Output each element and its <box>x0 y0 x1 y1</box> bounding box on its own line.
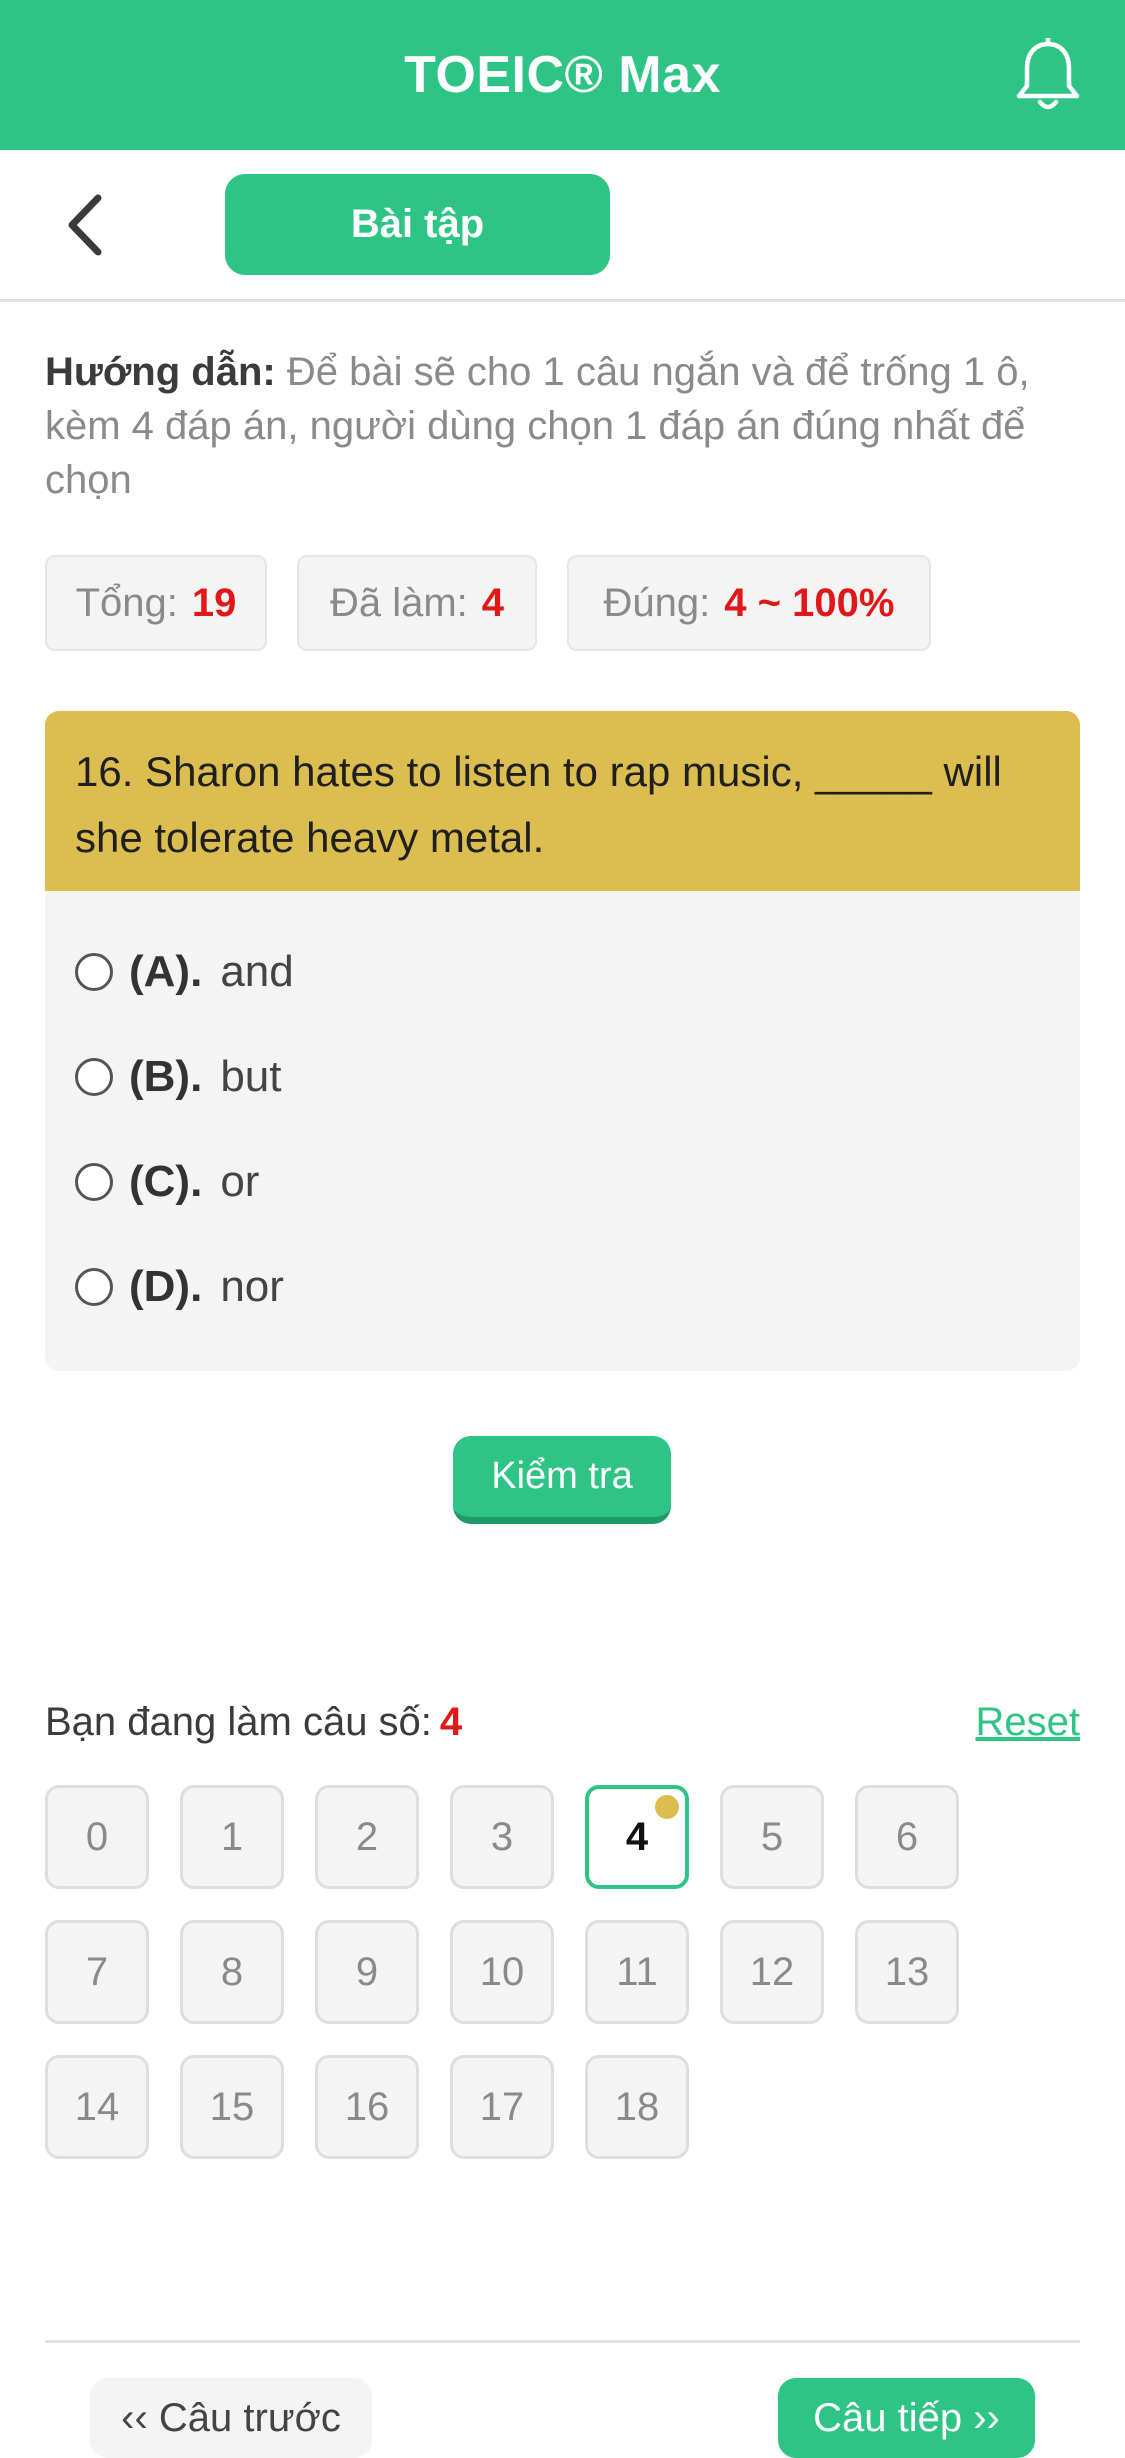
question-number-label: 2 <box>355 1814 379 1859</box>
question-number-label: 15 <box>209 2084 255 2129</box>
option-text: nor <box>220 1262 284 1311</box>
question-number-button[interactable]: 5 <box>720 1785 824 1889</box>
question-number-label: 5 <box>760 1814 784 1859</box>
question-number-button[interactable]: 9 <box>315 1920 419 2024</box>
current-question-number: 4 <box>439 1700 463 1744</box>
question-number-button[interactable]: 7 <box>45 1920 149 2024</box>
divider <box>45 2340 1080 2343</box>
option-text: but <box>220 1052 282 1101</box>
stat-done-label: Đã làm: <box>329 580 468 625</box>
progress-label-text: Bạn đang làm câu số: <box>45 1700 432 1744</box>
stat-total: Tổng: 19 <box>45 555 267 651</box>
question-number-button[interactable]: 6 <box>855 1785 959 1889</box>
question-number-button[interactable]: 4 <box>585 1785 689 1889</box>
radio-button[interactable] <box>75 1058 113 1096</box>
question-number-label: 13 <box>884 1949 930 1994</box>
question-number-label: 10 <box>479 1949 525 1994</box>
question-number-label: 11 <box>616 1949 658 1994</box>
radio-button[interactable] <box>75 953 113 991</box>
question-number-button[interactable]: 15 <box>180 2055 284 2159</box>
question-number-label: 1 <box>220 1814 244 1859</box>
question-number-button[interactable]: 0 <box>45 1785 149 1889</box>
instructions: Hướng dẫn: Để bài sẽ cho 1 câu ngắn và đ… <box>45 345 1085 507</box>
sub-toolbar: Bài tập <box>0 150 1125 302</box>
question-number-button[interactable]: 1 <box>180 1785 284 1889</box>
option-text: and <box>220 947 294 996</box>
question-number-button[interactable]: 12 <box>720 1920 824 2024</box>
option-letter: (C). <box>129 1157 203 1206</box>
question-number-label: 18 <box>614 2084 660 2129</box>
question-number-button[interactable]: 11 <box>585 1920 689 2024</box>
option-c[interactable]: (C). or <box>75 1147 259 1217</box>
progress-label: Bạn đang làm câu số: 4 <box>45 1700 462 1745</box>
question-number-label: 12 <box>749 1949 795 1994</box>
question-number-button[interactable]: 13 <box>855 1920 959 2024</box>
question-number-grid: 0 1 2 3 4 5 6 7 8 9 10 11 12 13 14 15 16 17 18 <box>45 1785 1085 2165</box>
question-number-button[interactable]: 8 <box>180 1920 284 2024</box>
option-d[interactable]: (D). nor <box>75 1252 284 1322</box>
bell-icon[interactable] <box>1013 38 1083 112</box>
question-number-label: 16 <box>344 2084 390 2129</box>
question-number-button[interactable]: 2 <box>315 1785 419 1889</box>
question-number-button[interactable]: 14 <box>45 2055 149 2159</box>
app-header: TOEIC® Max <box>0 0 1125 150</box>
prev-question-button[interactable]: ‹‹ Câu trước <box>90 2378 372 2458</box>
tab-exercise[interactable]: Bài tập <box>225 174 610 275</box>
radio-button[interactable] <box>75 1268 113 1306</box>
question-number-label: 9 <box>355 1949 379 1994</box>
question-card: 16. Sharon hates to listen to rap music,… <box>45 711 1080 1371</box>
next-question-button[interactable]: Câu tiếp ›› <box>778 2378 1035 2458</box>
question-number-label: 3 <box>490 1814 514 1859</box>
stat-correct-label: Đúng: <box>603 580 711 625</box>
check-button[interactable]: Kiểm tra <box>453 1436 671 1524</box>
stat-done: Đã làm: 4 <box>297 555 537 651</box>
option-b[interactable]: (B). but <box>75 1042 281 1112</box>
stat-done-value: 4 <box>481 580 505 625</box>
question-number-button[interactable]: 16 <box>315 2055 419 2159</box>
question-number-label: 7 <box>85 1949 109 1994</box>
option-letter: (D). <box>129 1262 203 1311</box>
question-number-button[interactable]: 18 <box>585 2055 689 2159</box>
question-number-label: 6 <box>895 1814 919 1859</box>
question-number-label: 14 <box>74 2084 120 2129</box>
option-letter: (A). <box>129 947 203 996</box>
instructions-label: Hướng dẫn: <box>45 350 276 394</box>
stat-total-label: Tổng: <box>75 580 178 625</box>
question-number-button[interactable]: 17 <box>450 2055 554 2159</box>
question-number-label: 8 <box>220 1949 244 1994</box>
question-number-label: 4 <box>625 1814 649 1859</box>
stat-total-value: 19 <box>191 580 237 625</box>
question-number-button[interactable]: 10 <box>450 1920 554 2024</box>
stat-correct: Đúng: 4 ~ 100% <box>567 555 931 651</box>
radio-button[interactable] <box>75 1163 113 1201</box>
app-title: TOEIC® Max <box>404 46 721 104</box>
reset-link[interactable]: Reset <box>976 1700 1081 1745</box>
question-text: 16. Sharon hates to listen to rap music,… <box>45 711 1080 891</box>
option-letter: (B). <box>129 1052 203 1101</box>
question-number-label: 17 <box>479 2084 525 2129</box>
question-number-button[interactable]: 3 <box>450 1785 554 1889</box>
stat-correct-value: 4 ~ 100% <box>724 580 895 625</box>
option-a[interactable]: (A). and <box>75 937 294 1007</box>
option-text: or <box>220 1157 260 1206</box>
current-marker-dot <box>655 1795 679 1819</box>
question-number-label: 0 <box>85 1814 109 1859</box>
back-chevron-icon[interactable] <box>58 190 118 260</box>
